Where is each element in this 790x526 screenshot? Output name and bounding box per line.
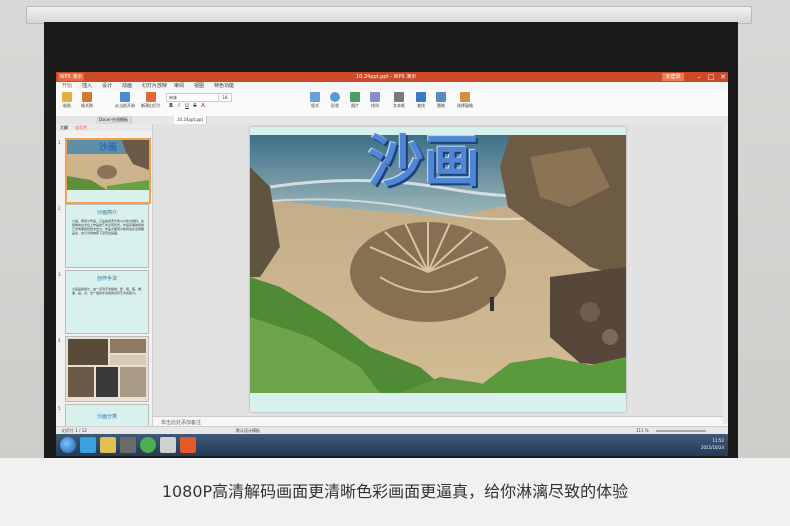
- textbox-button[interactable]: 文本框: [388, 92, 410, 114]
- strikethrough-button[interactable]: S: [192, 103, 198, 110]
- paste-button[interactable]: 粘贴: [58, 92, 76, 114]
- caption-text: 1080P高清解码画面更清晰色彩画面更逼真，给你淋漓尽致的体验: [161, 482, 629, 501]
- thumb-number: 1: [58, 140, 61, 145]
- explorer-icon[interactable]: [100, 437, 116, 453]
- thumb-slide-1[interactable]: 沙画: [65, 138, 151, 204]
- tab-docer-templates[interactable]: Docer-在线模板: [96, 116, 133, 124]
- clock-date: 2015/10/24: [700, 445, 724, 450]
- system-tray-clock[interactable]: 11:52 2015/10/24: [701, 437, 724, 451]
- underline-button[interactable]: U: [184, 103, 190, 110]
- vertical-scrollbar[interactable]: [723, 124, 728, 424]
- menu-home[interactable]: 开始: [60, 82, 75, 90]
- arrange-icon: [370, 92, 380, 102]
- thumb-2-title: 沙画简介: [96, 210, 117, 216]
- play-from-current-icon: [120, 92, 130, 102]
- layout-icon: [310, 92, 320, 102]
- ribbon-toolbar: 粘贴 格式刷 从当前开始 新建幻灯片 宋体 18 B I U S A 版式 形状: [56, 90, 728, 117]
- ie-icon[interactable]: [80, 437, 96, 453]
- pane-tabs: 大纲 幻灯片: [56, 124, 152, 131]
- menu-insert[interactable]: 插入: [82, 82, 92, 90]
- media-player-icon[interactable]: [120, 437, 136, 453]
- new-slide-icon: [146, 92, 156, 102]
- zoom-slider[interactable]: [656, 430, 706, 432]
- picture-icon: [350, 92, 360, 102]
- menu-special[interactable]: 特色功能: [214, 82, 234, 90]
- thumb-slide-3[interactable]: 创作手法 沙画是指用沙，由一系列手法组成：抓、捏、搓、撒、漏、画、点、划一组的手…: [65, 270, 149, 334]
- replace-button[interactable]: 替换: [432, 92, 450, 114]
- menu-design[interactable]: 设计: [102, 82, 112, 90]
- thumb-2-text: 沙画，即用沙作画，它是由用手代笔以沙粒为颜料，在特制的白光台上作画的艺术表现形式…: [72, 219, 145, 235]
- wps-presentation-window: WPS 演示 10.24ppt.ppt - WPS 演示 未登录 – □ ✕ 开…: [56, 72, 728, 456]
- font-color-button[interactable]: A: [200, 103, 206, 110]
- thumb-number: 2: [58, 206, 61, 211]
- current-slide[interactable]: 沙画: [250, 127, 626, 412]
- slide-thumbnail-pane: 大纲 幻灯片 1 沙画 2 沙画简介 沙画，即用沙作画，它是由用手代笔以沙粒为颜…: [56, 124, 153, 434]
- tab-slides[interactable]: 幻灯片: [75, 125, 87, 130]
- arrange-button[interactable]: 排列: [366, 92, 384, 114]
- maximize-button[interactable]: □: [706, 72, 716, 82]
- find-icon: [416, 92, 426, 102]
- chrome-icon[interactable]: [140, 437, 156, 453]
- layout-button[interactable]: 版式: [306, 92, 324, 114]
- minimize-button[interactable]: –: [694, 72, 704, 82]
- format-painter-button[interactable]: 格式刷: [78, 92, 96, 114]
- app-menu-tab[interactable]: WPS 演示: [58, 73, 84, 81]
- tab-current-document[interactable]: 10.24ppt.ppt: [174, 116, 208, 124]
- thumb-number: 4: [58, 338, 61, 343]
- app-icon[interactable]: [160, 437, 176, 453]
- shape-icon: [330, 92, 340, 102]
- menu-slideshow[interactable]: 幻灯片放映: [142, 82, 167, 90]
- format-painter-icon: [82, 92, 92, 102]
- close-button[interactable]: ✕: [718, 72, 728, 82]
- wps-presentation-icon[interactable]: [180, 437, 196, 453]
- selection-pane-button[interactable]: 选择窗格: [454, 92, 476, 114]
- menu-review[interactable]: 审阅: [174, 82, 184, 90]
- font-name-select[interactable]: 宋体: [166, 93, 220, 102]
- italic-button[interactable]: I: [176, 103, 182, 110]
- menu-view[interactable]: 视图: [194, 82, 204, 90]
- clock-time: 11:52: [712, 438, 724, 443]
- bold-button[interactable]: B: [168, 103, 174, 110]
- play-from-current-button[interactable]: 从当前开始: [114, 92, 136, 114]
- title-bar: WPS 演示 10.24ppt.ppt - WPS 演示 未登录 – □ ✕: [56, 72, 728, 82]
- textbox-icon: [394, 92, 404, 102]
- thumb-3-text: 沙画是指用沙，由一系列手法组成：抓、捏、搓、撒、漏、画、点、划一组的手法组成具有…: [72, 287, 145, 295]
- thumb-5-title: 沙画分类: [96, 414, 117, 420]
- new-slide-button[interactable]: 新建幻灯片: [140, 92, 162, 114]
- shape-button[interactable]: 形状: [326, 92, 344, 114]
- paste-icon: [62, 92, 72, 102]
- thumb-slide-4[interactable]: [65, 336, 149, 402]
- font-size-select[interactable]: 18: [218, 93, 232, 102]
- thumb-4-photo-collage: [66, 337, 148, 401]
- slide-title[interactable]: 沙画: [368, 127, 480, 197]
- thumb-number: 5: [58, 406, 61, 411]
- menu-animation[interactable]: 动画: [122, 82, 132, 90]
- login-button[interactable]: 未登录: [662, 73, 684, 81]
- tab-outline[interactable]: 大纲: [60, 125, 68, 130]
- find-button[interactable]: 查找: [412, 92, 430, 114]
- selection-pane-icon: [460, 92, 470, 102]
- thumb-slide-2[interactable]: 沙画简介 沙画，即用沙作画，它是由用手代笔以沙粒为颜料，在特制的白光台上作画的艺…: [65, 204, 149, 268]
- windows-taskbar: 11:52 2015/10/24: [56, 434, 728, 456]
- thumb-1-title: 沙画: [98, 143, 117, 153]
- thumb-number: 3: [58, 272, 61, 277]
- replace-icon: [436, 92, 446, 102]
- thumb-3-title: 创作手法: [96, 276, 117, 282]
- picture-button[interactable]: 图片: [346, 92, 364, 114]
- slide-editor: 沙画 单击此处添加备注: [153, 124, 728, 434]
- window-title: 10.24ppt.ppt - WPS 演示: [356, 74, 417, 80]
- start-button[interactable]: [60, 437, 76, 453]
- caption-bar: 1080P高清解码画面更清晰色彩画面更逼真，给你淋漓尽致的体验: [0, 458, 790, 526]
